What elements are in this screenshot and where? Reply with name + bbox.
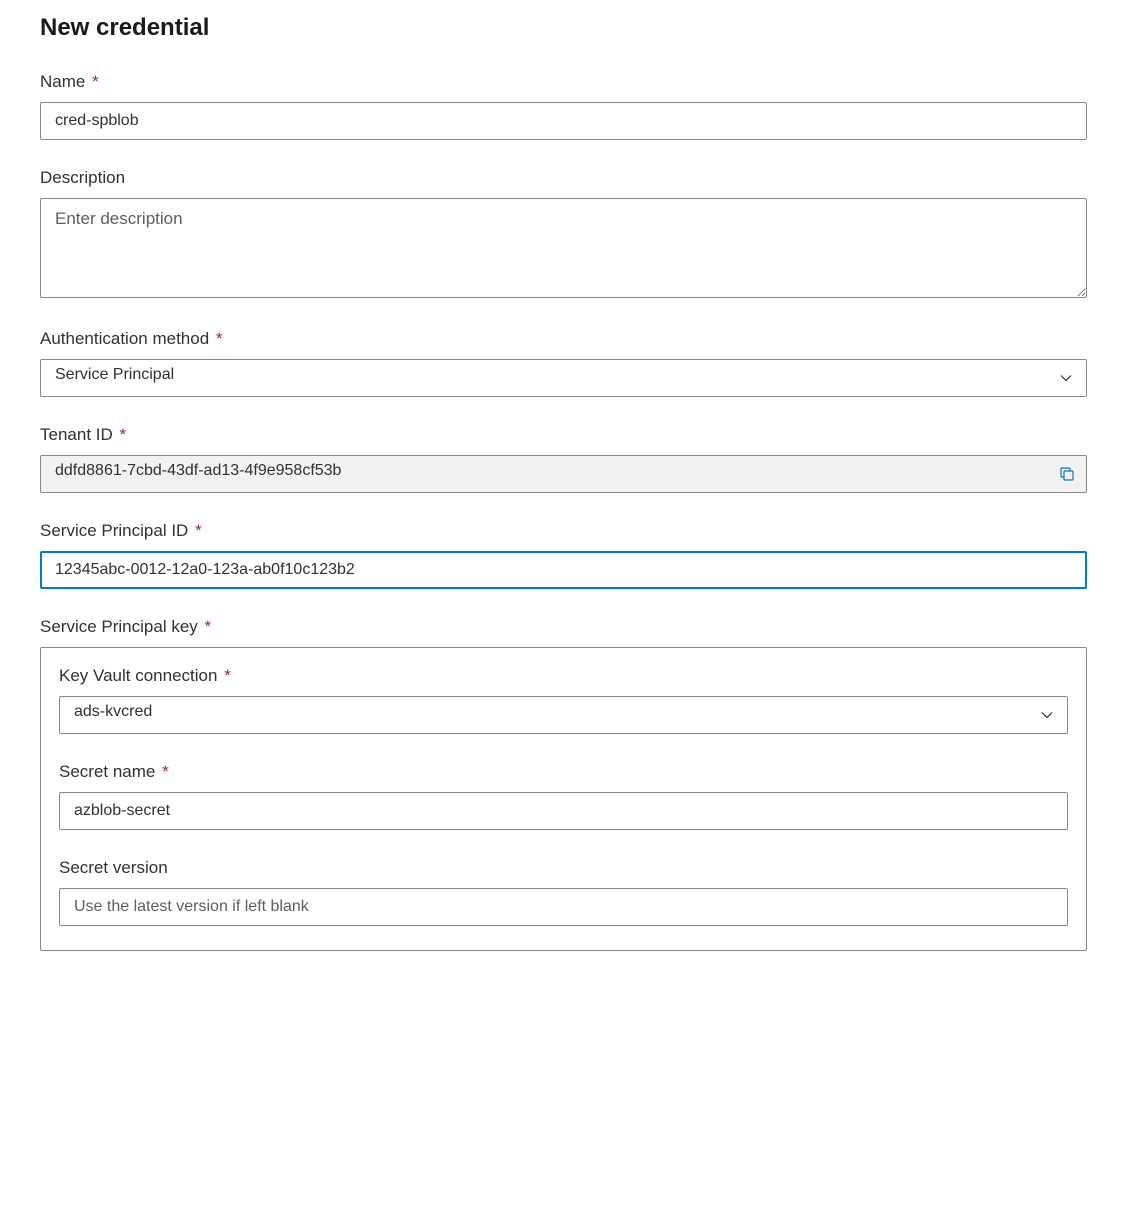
auth-method-field-group: Authentication method * Service Principa… [40, 329, 1087, 397]
secret-name-label: Secret name * [59, 762, 1068, 782]
secret-name-field-group: Secret name * [59, 762, 1068, 830]
required-indicator: * [216, 329, 223, 348]
kv-connection-select[interactable]: ads-kvcred [59, 696, 1068, 734]
sp-id-label: Service Principal ID * [40, 521, 1087, 541]
page-title: New credential [40, 14, 1087, 42]
sp-key-label-text: Service Principal key [40, 617, 198, 636]
secret-version-label: Secret version [59, 858, 1068, 878]
name-label: Name * [40, 72, 1087, 92]
required-indicator: * [120, 425, 127, 444]
kv-connection-label: Key Vault connection * [59, 666, 1068, 686]
sp-key-label: Service Principal key * [40, 617, 1087, 637]
secret-name-input[interactable] [59, 792, 1068, 830]
tenant-id-label-text: Tenant ID [40, 425, 113, 444]
auth-method-label: Authentication method * [40, 329, 1087, 349]
sp-key-field-group: Service Principal key * Key Vault connec… [40, 617, 1087, 951]
required-indicator: * [92, 72, 99, 91]
tenant-id-wrapper: ddfd8861-7cbd-43df-ad13-4f9e958cf53b [40, 455, 1087, 493]
tenant-id-field-group: Tenant ID * ddfd8861-7cbd-43df-ad13-4f9e… [40, 425, 1087, 493]
required-indicator: * [205, 617, 212, 636]
name-field-group: Name * [40, 72, 1087, 140]
sp-id-label-text: Service Principal ID [40, 521, 188, 540]
auth-method-label-text: Authentication method [40, 329, 209, 348]
kv-connection-select-wrapper: ads-kvcred [59, 696, 1068, 734]
tenant-id-label: Tenant ID * [40, 425, 1087, 445]
copy-icon[interactable] [1059, 466, 1075, 482]
secret-version-input[interactable] [59, 888, 1068, 926]
sp-key-panel: Key Vault connection * ads-kvcred Secret… [40, 647, 1087, 951]
required-indicator: * [195, 521, 202, 540]
tenant-id-value: ddfd8861-7cbd-43df-ad13-4f9e958cf53b [40, 455, 1087, 493]
auth-method-select[interactable]: Service Principal [40, 359, 1087, 397]
kv-connection-field-group: Key Vault connection * ads-kvcred [59, 666, 1068, 734]
required-indicator: * [162, 762, 169, 781]
required-indicator: * [224, 666, 231, 685]
description-field-group: Description [40, 168, 1087, 301]
name-input[interactable] [40, 102, 1087, 140]
description-label: Description [40, 168, 1087, 188]
secret-version-field-group: Secret version [59, 858, 1068, 926]
name-label-text: Name [40, 72, 85, 91]
secret-name-label-text: Secret name [59, 762, 155, 781]
auth-method-select-wrapper: Service Principal [40, 359, 1087, 397]
kv-connection-label-text: Key Vault connection [59, 666, 217, 685]
description-input[interactable] [40, 198, 1087, 298]
sp-id-field-group: Service Principal ID * [40, 521, 1087, 589]
sp-id-input[interactable] [40, 551, 1087, 589]
